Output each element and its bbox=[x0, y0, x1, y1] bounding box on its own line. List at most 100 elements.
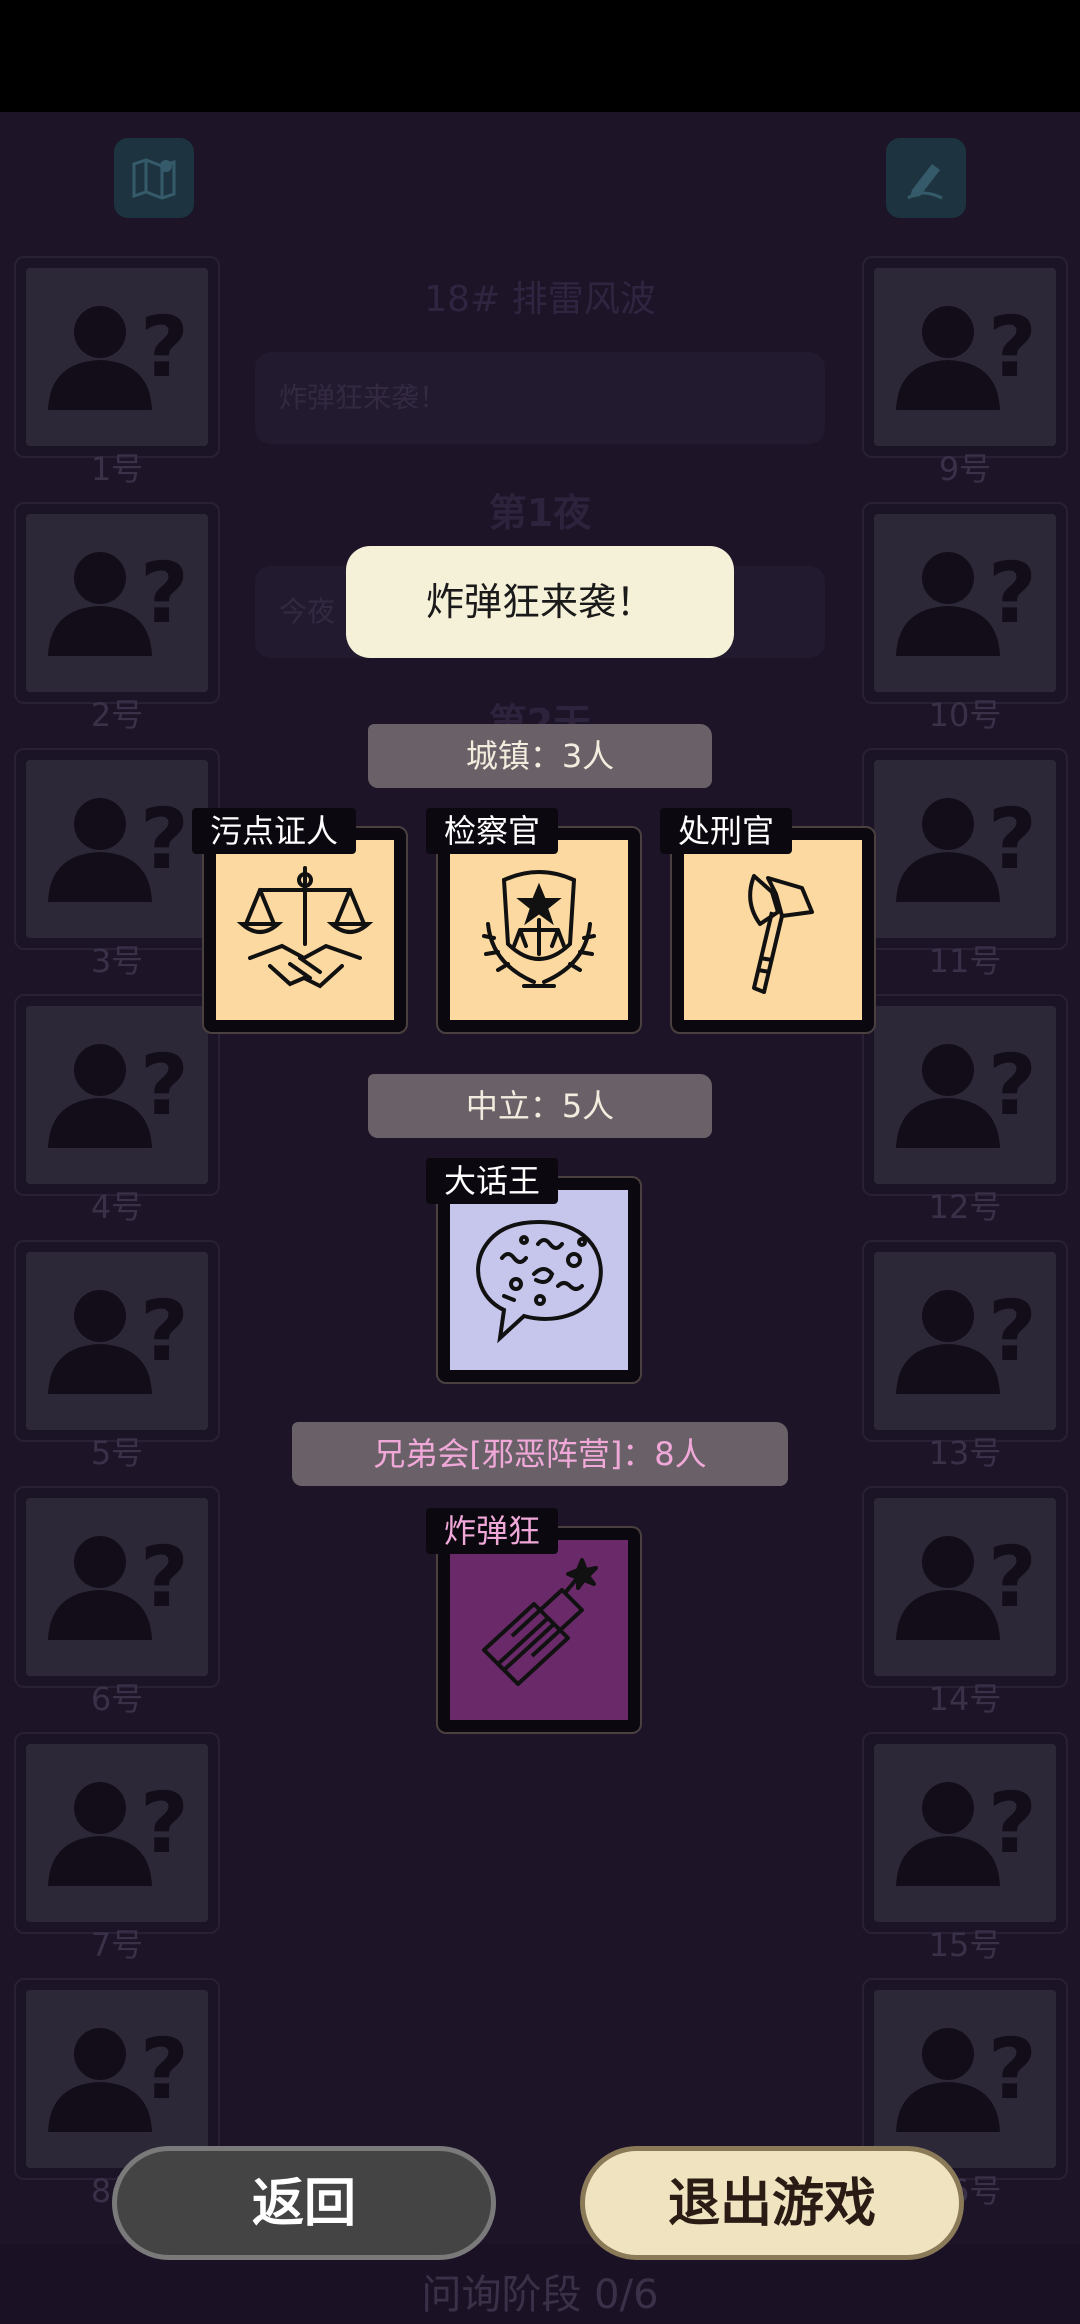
player-slot[interactable]: ? 14号 bbox=[862, 1486, 1068, 1718]
role-card-executioner[interactable]: 处刑官 bbox=[660, 808, 876, 1034]
unknown-player-icon: ? bbox=[48, 298, 189, 410]
player-portrait: ? bbox=[26, 1252, 208, 1430]
player-number: 15号 bbox=[928, 1926, 1002, 1964]
faction-banner-neutral: 中立：5人 bbox=[368, 1074, 712, 1138]
unknown-player-icon: ? bbox=[48, 544, 189, 656]
map-button[interactable] bbox=[114, 138, 194, 218]
role-name: 污点证人 bbox=[192, 808, 357, 854]
player-portrait: ? bbox=[874, 1744, 1056, 1922]
unknown-player-icon: ? bbox=[896, 1282, 1037, 1394]
phase-text: 问询阶段 0/6 bbox=[421, 2272, 659, 2318]
card-face bbox=[216, 840, 394, 1020]
role-card-prosecutor[interactable]: 检察官 bbox=[426, 808, 642, 1034]
player-portrait: ? bbox=[874, 760, 1056, 938]
role-card-witness[interactable]: 污点证人 bbox=[192, 808, 408, 1034]
unknown-player-icon: ? bbox=[896, 1774, 1037, 1886]
unknown-player-icon: ? bbox=[48, 2020, 189, 2132]
player-number: 14号 bbox=[928, 1680, 1002, 1718]
player-slot[interactable]: ? 11号 bbox=[862, 748, 1068, 980]
player-slot[interactable]: ? 9号 bbox=[862, 256, 1068, 488]
card-face bbox=[450, 840, 628, 1020]
player-slot[interactable]: ? 15号 bbox=[862, 1732, 1068, 1964]
player-slot[interactable]: ? 5号 bbox=[14, 1240, 220, 1472]
player-slot[interactable]: ? 3号 bbox=[14, 748, 220, 980]
unknown-player-icon: ? bbox=[48, 1036, 189, 1148]
map-icon bbox=[132, 158, 176, 200]
player-portrait: ? bbox=[26, 268, 208, 446]
svg-text:?: ? bbox=[988, 544, 1037, 642]
speech-bubble-icon bbox=[476, 1219, 603, 1344]
player-slot[interactable]: ? 6号 bbox=[14, 1486, 220, 1718]
player-number: 12号 bbox=[928, 1188, 1002, 1226]
player-portrait: ? bbox=[874, 1252, 1056, 1430]
unknown-player-icon: ? bbox=[896, 790, 1037, 902]
faction-banner-town: 城镇：3人 bbox=[368, 724, 712, 788]
unknown-player-icon: ? bbox=[896, 544, 1037, 656]
role-name: 炸弹狂 bbox=[426, 1508, 559, 1554]
player-number: 10号 bbox=[928, 696, 1002, 734]
svg-text:?: ? bbox=[140, 1774, 189, 1872]
unknown-player-icon: ? bbox=[896, 2020, 1037, 2132]
unknown-player-icon: ? bbox=[48, 790, 189, 902]
player-slot[interactable]: ? 1号 bbox=[14, 256, 220, 488]
player-portrait: ? bbox=[26, 1744, 208, 1922]
player-number: 2号 bbox=[90, 696, 144, 734]
svg-text:?: ? bbox=[988, 1036, 1037, 1134]
unknown-player-icon: ? bbox=[896, 298, 1037, 410]
player-portrait: ? bbox=[874, 1498, 1056, 1676]
player-portrait: ? bbox=[874, 1006, 1056, 1184]
player-portrait: ? bbox=[26, 1498, 208, 1676]
svg-text:?: ? bbox=[988, 1528, 1037, 1626]
faction-banner-brotherhood: 兄弟会[邪恶阵营]：8人 bbox=[292, 1422, 788, 1486]
card-face bbox=[450, 1540, 628, 1720]
card-face bbox=[684, 840, 862, 1020]
player-portrait: ? bbox=[874, 514, 1056, 692]
player-number: 13号 bbox=[928, 1434, 1002, 1472]
quit-game-button[interactable]: 退出游戏 bbox=[580, 2146, 964, 2260]
player-portrait: ? bbox=[874, 1990, 1056, 2168]
scales-handshake-icon bbox=[236, 866, 374, 989]
svg-text:?: ? bbox=[140, 544, 189, 642]
dynamite-icon bbox=[482, 1558, 598, 1686]
status-bar bbox=[0, 0, 1080, 112]
log-message: 炸弹狂来袭！ bbox=[255, 352, 825, 444]
unknown-player-icon: ? bbox=[48, 1528, 189, 1640]
player-portrait: ? bbox=[26, 760, 208, 938]
unknown-player-icon: ? bbox=[896, 1528, 1037, 1640]
svg-text:?: ? bbox=[140, 790, 189, 888]
svg-text:?: ? bbox=[140, 1036, 189, 1134]
announcement-toast: 炸弹狂来袭！ bbox=[346, 546, 734, 658]
player-slot[interactable]: ? 2号 bbox=[14, 502, 220, 734]
player-number: 1号 bbox=[90, 450, 144, 488]
player-number: 11号 bbox=[928, 942, 1002, 980]
player-number: 5号 bbox=[90, 1434, 144, 1472]
player-slot[interactable]: ? 10号 bbox=[862, 502, 1068, 734]
player-number: 9号 bbox=[938, 450, 992, 488]
player-number: 6号 bbox=[90, 1680, 144, 1718]
edit-icon bbox=[907, 164, 943, 200]
back-button[interactable]: 返回 bbox=[112, 2146, 496, 2260]
prosecutor-badge-icon bbox=[482, 870, 596, 988]
svg-text:?: ? bbox=[140, 1282, 189, 1380]
card-face bbox=[450, 1190, 628, 1370]
role-name: 大话王 bbox=[426, 1158, 559, 1204]
player-number: 7号 bbox=[90, 1926, 144, 1964]
svg-text:?: ? bbox=[988, 790, 1037, 888]
player-slot[interactable]: ? 12号 bbox=[862, 994, 1068, 1226]
svg-text:?: ? bbox=[988, 2020, 1037, 2118]
role-name: 检察官 bbox=[426, 808, 559, 854]
role-card-liar[interactable]: 大话王 bbox=[426, 1158, 642, 1384]
unknown-player-icon: ? bbox=[896, 1036, 1037, 1148]
svg-text:?: ? bbox=[988, 298, 1037, 396]
svg-text:?: ? bbox=[140, 1528, 189, 1626]
role-card-bomber[interactable]: 炸弹狂 bbox=[426, 1508, 642, 1734]
notes-button[interactable] bbox=[886, 138, 966, 218]
player-portrait: ? bbox=[26, 1990, 208, 2168]
player-slot[interactable]: ? 4号 bbox=[14, 994, 220, 1226]
player-slot[interactable]: ? 13号 bbox=[862, 1240, 1068, 1472]
svg-text:?: ? bbox=[988, 1282, 1037, 1380]
player-portrait: ? bbox=[26, 514, 208, 692]
player-slot[interactable]: ? 7号 bbox=[14, 1732, 220, 1964]
night-heading: 第1夜 bbox=[488, 491, 592, 535]
player-portrait: ? bbox=[874, 268, 1056, 446]
